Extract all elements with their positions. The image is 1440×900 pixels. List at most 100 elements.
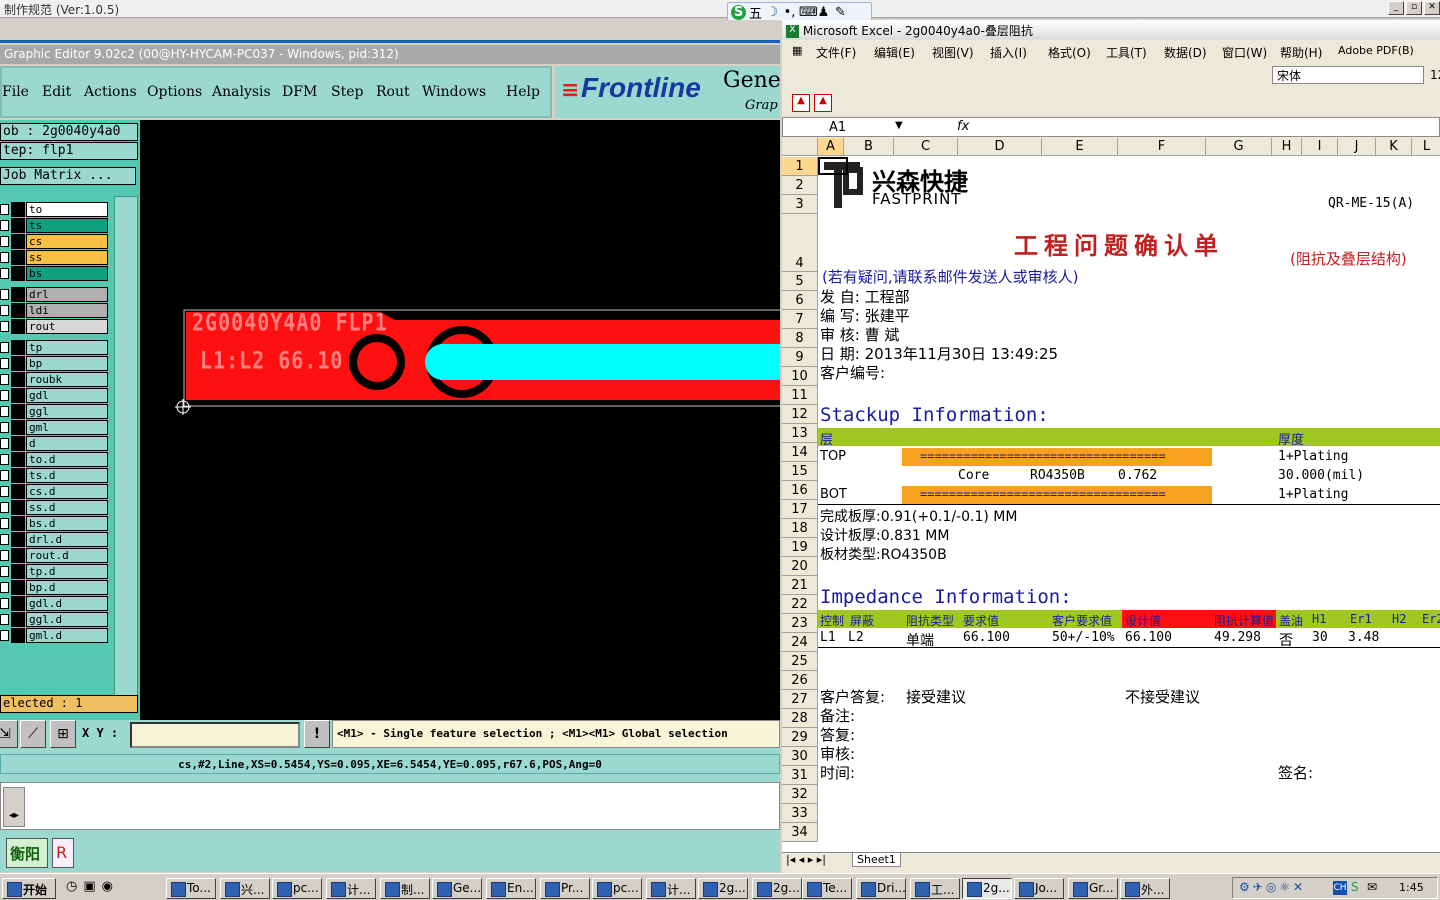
column-header[interactable]: J	[1338, 138, 1376, 156]
layer-checkbox[interactable]	[0, 534, 9, 545]
row-header[interactable]: 33	[782, 804, 818, 823]
namebox-dropdown-icon[interactable]: ▼	[895, 120, 903, 131]
xl-menu-file[interactable]: 文件(F)	[816, 44, 856, 61]
tool-select-icon[interactable]: ⇲	[0, 720, 18, 748]
column-header[interactable]: K	[1376, 138, 1412, 156]
tool-zoom-icon[interactable]: ⟋	[20, 720, 46, 748]
wubi-icon[interactable]: 五	[748, 3, 763, 22]
layer-row[interactable]: bp.d	[0, 580, 112, 595]
xl-menu-data[interactable]: 数据(D)	[1164, 44, 1207, 61]
job-matrix-button[interactable]: Job Matrix ...	[0, 167, 136, 185]
layer-checkbox[interactable]	[0, 374, 9, 385]
spreadsheet-grid[interactable]: ABCDEFGHIJKL 1 2 3 4 5 6 7 8 9 10 11 12 13 14 15 16 17 18…	[782, 138, 1440, 852]
row-header[interactable]: 25	[782, 652, 818, 671]
layer-checkbox[interactable]	[0, 502, 9, 513]
row-header[interactable]: 22	[782, 595, 818, 614]
reject-option[interactable]: 不接受建议	[1125, 686, 1200, 707]
row-header[interactable]: 19	[782, 538, 818, 557]
menu-windows[interactable]: Windows	[422, 84, 486, 100]
lang-indicator[interactable]: CH	[1333, 881, 1347, 895]
taskbar-item[interactable]: 计...	[326, 878, 376, 899]
layer-checkbox[interactable]	[0, 566, 9, 577]
row-header[interactable]: 5	[782, 272, 818, 291]
row-header[interactable]: 15	[782, 462, 818, 481]
layer-row[interactable]: to.d	[0, 452, 112, 467]
menu-actions[interactable]: Actions	[84, 84, 137, 100]
column-header[interactable]: D	[958, 138, 1042, 156]
row-header[interactable]: 2	[782, 176, 818, 195]
row-header[interactable]: 16	[782, 481, 818, 500]
fx-icon[interactable]: fx	[957, 119, 969, 134]
taskbar-item[interactable]: Jo...	[1014, 878, 1064, 899]
r-button[interactable]: R	[52, 838, 74, 868]
row-header[interactable]: 17	[782, 500, 818, 519]
select-all-corner[interactable]	[782, 138, 818, 156]
column-header[interactable]: L	[1412, 138, 1440, 156]
layer-checkbox[interactable]	[0, 236, 9, 247]
layer-row[interactable]: rout	[0, 319, 112, 334]
layer-checkbox[interactable]	[0, 220, 9, 231]
quicklaunch-icons[interactable]: ◷▣◉	[66, 879, 119, 894]
accept-option[interactable]: 接受建议	[906, 686, 966, 707]
layer-row[interactable]: ts	[0, 218, 112, 233]
minimize-button[interactable]: _	[1388, 1, 1404, 15]
row-header[interactable]: 34	[782, 823, 818, 842]
layer-checkbox[interactable]	[0, 342, 9, 353]
layer-row[interactable]: gml.d	[0, 628, 112, 643]
xl-menu-window[interactable]: 窗口(W)	[1222, 44, 1267, 61]
pdf-icon[interactable]: ▲	[792, 94, 810, 112]
taskbar-item[interactable]: Pr...	[540, 878, 590, 899]
layer-row[interactable]: ts.d	[0, 468, 112, 483]
menu-help[interactable]: Help	[506, 84, 540, 100]
layer-checkbox[interactable]	[0, 204, 9, 215]
column-header[interactable]: A	[818, 138, 844, 156]
row-header[interactable]: 9	[782, 348, 818, 367]
menu-step[interactable]: Step	[331, 84, 363, 100]
menu-options[interactable]: Options	[147, 84, 202, 100]
row-header[interactable]: 21	[782, 576, 818, 595]
xl-menu-tools[interactable]: 工具(T)	[1106, 44, 1147, 61]
taskbar-item[interactable]: To...	[166, 878, 216, 899]
layer-checkbox[interactable]	[0, 422, 9, 433]
row-header[interactable]: 10	[782, 367, 818, 386]
keyboard-icon[interactable]: ⌨	[799, 5, 818, 20]
active-cell[interactable]	[818, 157, 848, 175]
command-scroll-icon[interactable]: ◂▸	[3, 787, 25, 827]
layer-row[interactable]: drl	[0, 287, 112, 302]
hengyang-button[interactable]: 衡阳	[6, 838, 48, 868]
layer-scrollbar[interactable]	[114, 196, 138, 698]
tool-grid-icon[interactable]: ⊞	[50, 720, 76, 748]
taskbar-item[interactable]: pc...	[592, 878, 642, 899]
taskbar-item[interactable]: pc...	[272, 878, 322, 899]
pdf-mail-icon[interactable]: ▲	[814, 94, 832, 112]
warning-button[interactable]: !	[304, 720, 330, 748]
row-header[interactable]: 7	[782, 310, 818, 329]
layer-row[interactable]: cs	[0, 234, 112, 249]
command-area[interactable]: ◂▸	[0, 782, 780, 830]
layer-row[interactable]: gdl	[0, 388, 112, 403]
row-header[interactable]: 3	[782, 195, 818, 214]
xl-menu-format[interactable]: 格式(O)	[1048, 44, 1091, 61]
layer-row[interactable]: cs.d	[0, 484, 112, 499]
row-header[interactable]: 26	[782, 671, 818, 690]
layer-checkbox[interactable]	[0, 305, 9, 316]
column-header[interactable]: E	[1042, 138, 1118, 156]
taskbar-item[interactable]: Dri...	[856, 878, 906, 899]
layer-row[interactable]: bp	[0, 356, 112, 371]
taskbar-item[interactable]: 工...	[910, 878, 960, 899]
layer-row[interactable]: ggl.d	[0, 612, 112, 627]
layer-row[interactable]: tp	[0, 340, 112, 355]
taskbar-item[interactable]: Ge...	[432, 878, 482, 899]
wrench-icon[interactable]: ✎	[833, 5, 848, 20]
layer-checkbox[interactable]	[0, 630, 9, 641]
taskbar-item[interactable]: En...	[486, 878, 536, 899]
layer-checkbox[interactable]	[0, 454, 9, 465]
layer-checkbox[interactable]	[0, 390, 9, 401]
layer-checkbox[interactable]	[0, 289, 9, 300]
tray-icons[interactable]: ⚙✈◎⚛✕	[1239, 880, 1306, 894]
taskbar-item[interactable]: Te...	[802, 878, 852, 899]
row-header[interactable]: 20	[782, 557, 818, 576]
taskbar-item[interactable]: 制...	[380, 878, 430, 899]
layer-row[interactable]: gdl.d	[0, 596, 112, 611]
xl-menu-view[interactable]: 视图(V)	[932, 44, 974, 61]
